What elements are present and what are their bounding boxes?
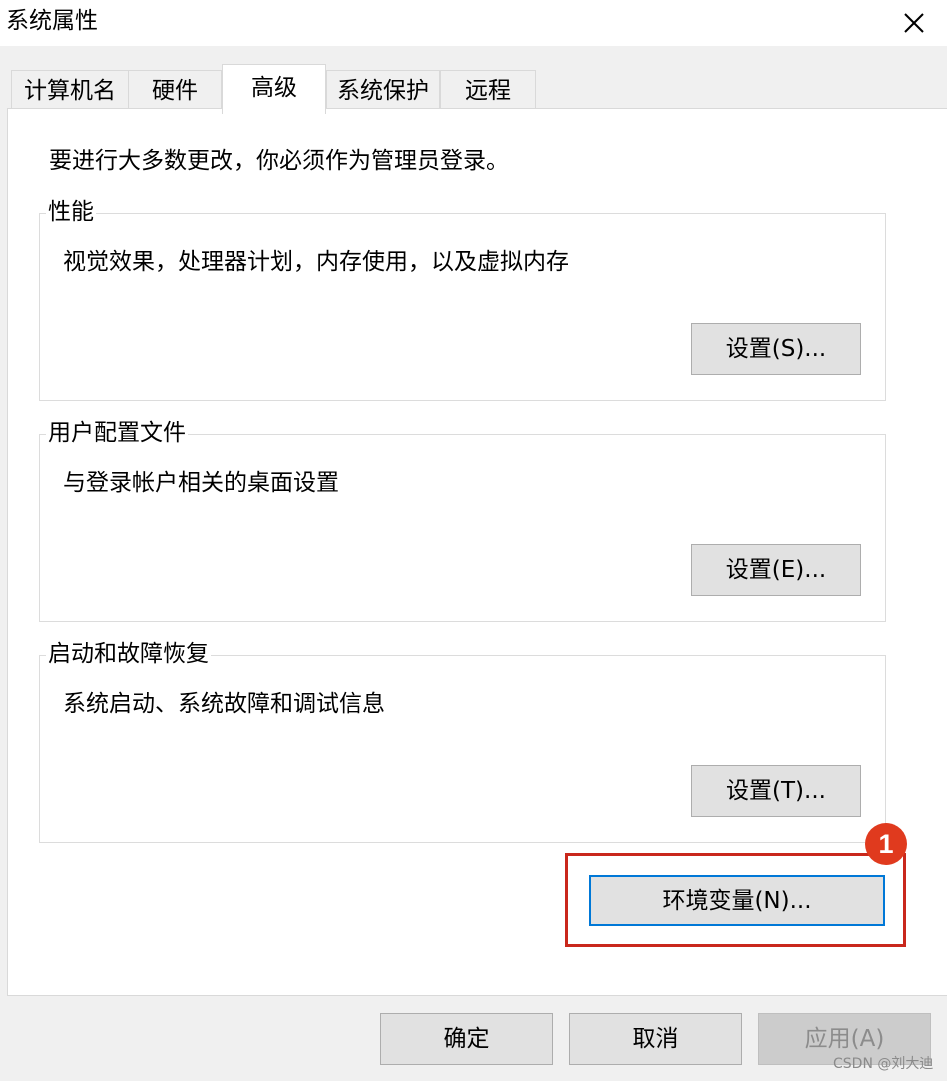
user-profiles-description: 与登录帐户相关的桌面设置 xyxy=(63,470,339,496)
tab-remote[interactable]: 远程 xyxy=(440,70,536,110)
annotation-step-marker: 1 xyxy=(865,823,907,865)
tab-advanced[interactable]: 高级 xyxy=(222,64,326,114)
performance-settings-button[interactable]: 设置(S)... xyxy=(691,323,861,375)
user-profiles-group-title: 用户配置文件 xyxy=(46,417,188,449)
performance-group-title: 性能 xyxy=(46,196,96,228)
watermark: CSDN @刘大迪 xyxy=(833,1056,934,1072)
cancel-button[interactable]: 取消 xyxy=(569,1013,742,1065)
startup-recovery-group: 启动和故障恢复 系统启动、系统故障和调试信息 设置(T)... xyxy=(39,638,886,843)
performance-description: 视觉效果，处理器计划，内存使用，以及虚拟内存 xyxy=(63,249,569,275)
tab-strip: 计算机名 硬件 高级 系统保护 远程 xyxy=(0,62,947,114)
startup-recovery-group-title: 启动和故障恢复 xyxy=(46,638,211,670)
startup-recovery-description: 系统启动、系统故障和调试信息 xyxy=(63,691,385,717)
tab-system-protection[interactable]: 系统保护 xyxy=(326,70,440,110)
tab-hardware[interactable]: 硬件 xyxy=(128,70,222,110)
window-title: 系统属性 xyxy=(6,8,98,34)
ok-button[interactable]: 确定 xyxy=(380,1013,553,1065)
startup-recovery-settings-button[interactable]: 设置(T)... xyxy=(691,765,861,817)
performance-group: 性能 视觉效果，处理器计划，内存使用，以及虚拟内存 设置(S)... xyxy=(39,196,886,401)
admin-notice: 要进行大多数更改，你必须作为管理员登录。 xyxy=(49,148,509,174)
environment-variables-button[interactable]: 环境变量(N)... xyxy=(589,875,885,926)
tab-computer-name[interactable]: 计算机名 xyxy=(11,70,129,110)
close-icon xyxy=(903,13,924,33)
user-profiles-settings-button[interactable]: 设置(E)... xyxy=(691,544,861,596)
user-profiles-group: 用户配置文件 与登录帐户相关的桌面设置 设置(E)... xyxy=(39,417,886,622)
close-button[interactable] xyxy=(880,0,947,46)
title-bar: 系统属性 xyxy=(0,0,947,46)
